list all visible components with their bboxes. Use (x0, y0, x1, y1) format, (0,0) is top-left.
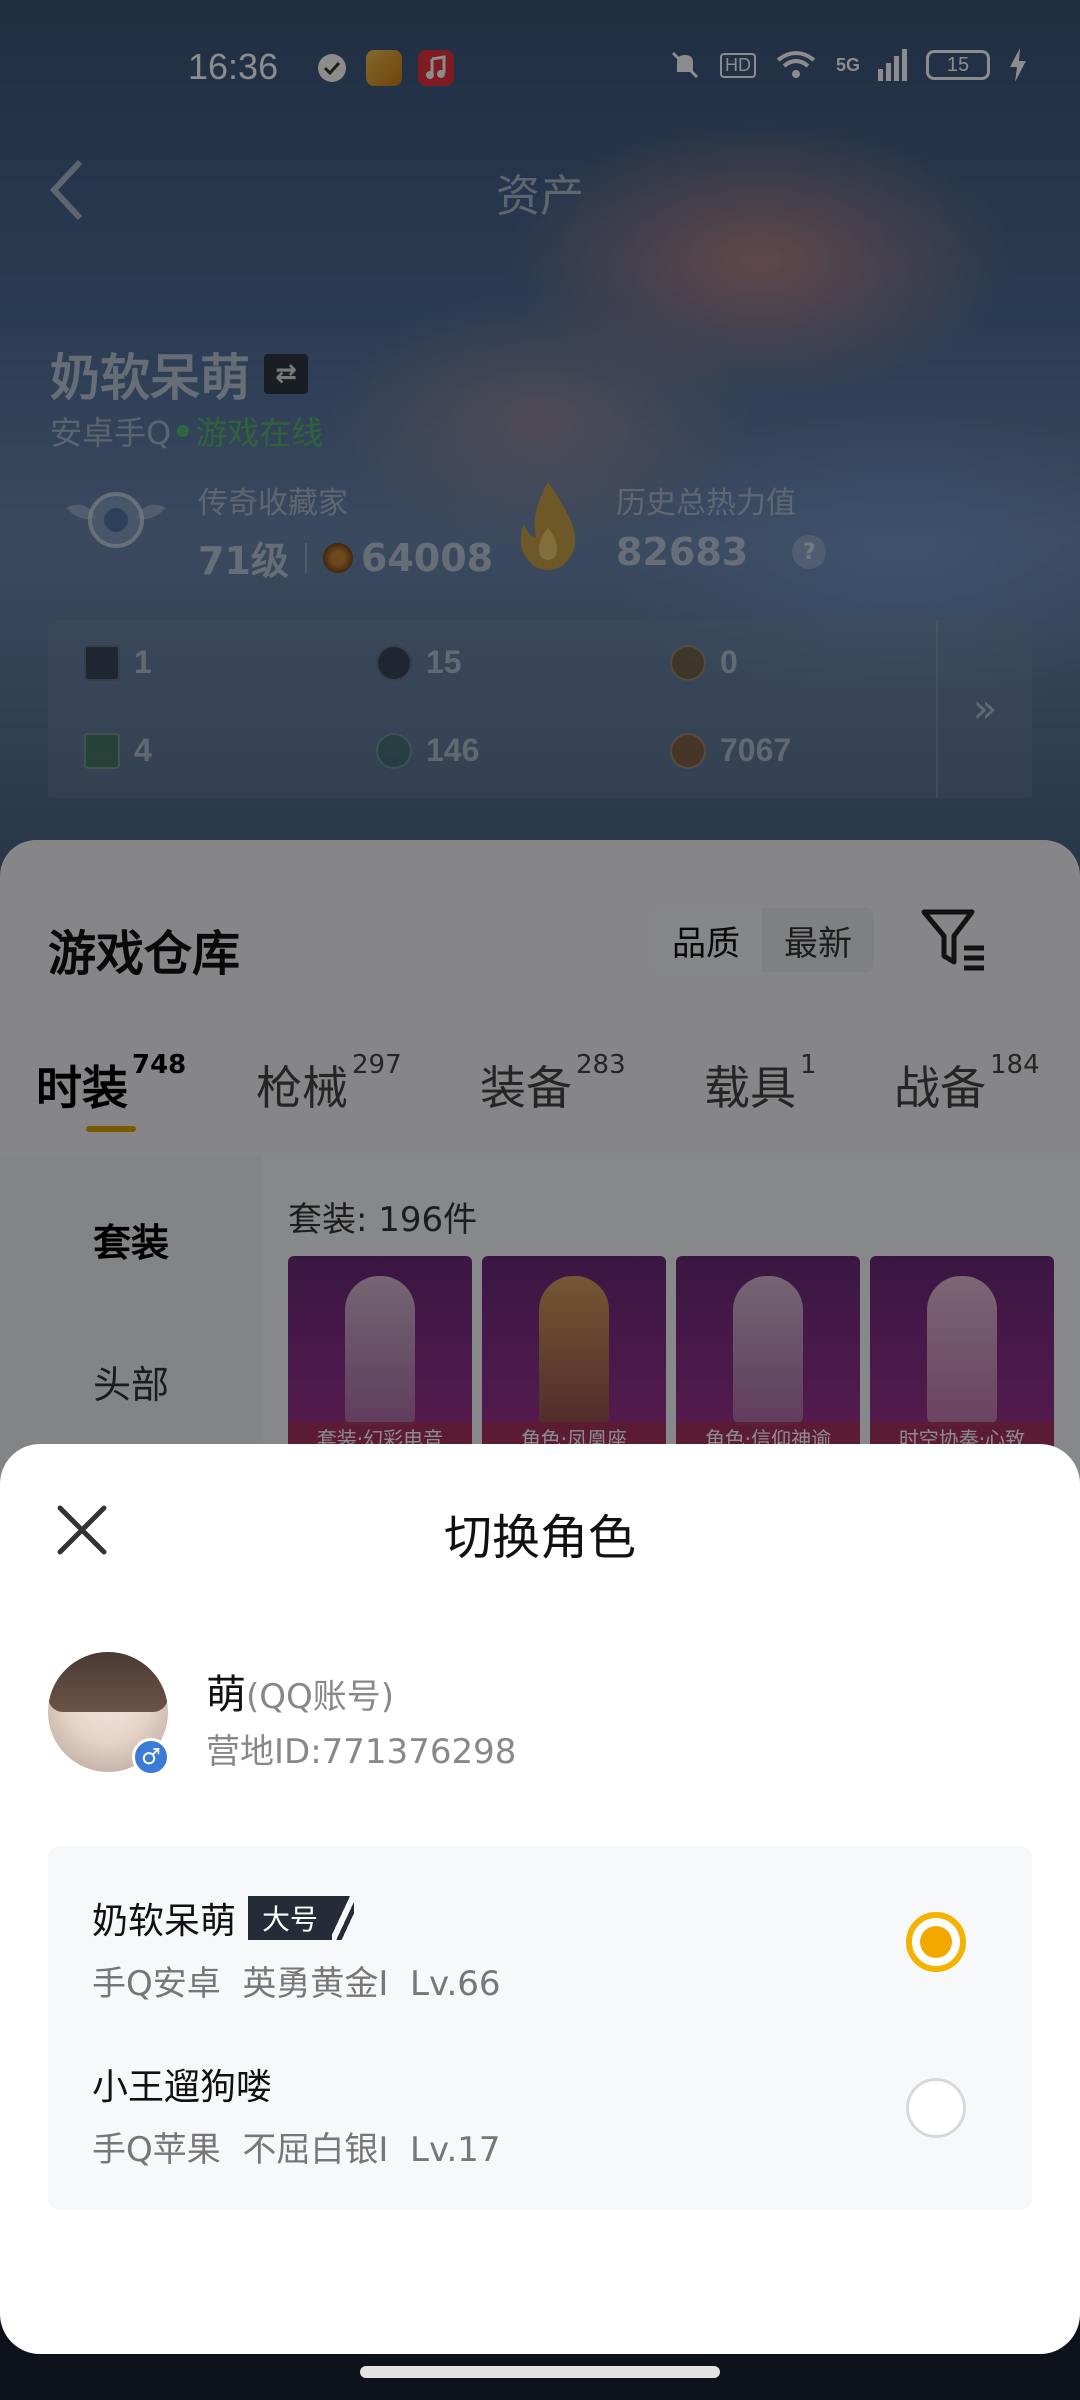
switch-role-sheet: 切换角色 ♂ 萌(QQ账号) 营地ID:771376298 奶软呆萌 大号 手Q… (0, 1444, 1080, 2354)
male-gender-icon: ♂ (132, 1738, 170, 1776)
role-radio-selected[interactable] (906, 1912, 966, 1972)
home-indicator[interactable] (360, 2366, 720, 2378)
role-platform: 手Q苹果 (92, 2130, 221, 2170)
role-name: 小王遛狗喽 (92, 2067, 273, 2108)
role-list: 奶软呆萌 大号 手Q安卓 英勇黄金I Lv.66 小王遛狗喽 手Q苹果 不屈白银… (48, 1846, 1032, 2210)
role-name: 奶软呆萌 (92, 1901, 237, 1942)
role-detail: 手Q苹果 不屈白银I Lv.17 (92, 2122, 992, 2171)
role-platform: 手Q安卓 (92, 1964, 221, 2004)
role-name-row: 小王遛狗喽 (92, 2058, 992, 2110)
role-radio[interactable] (906, 2078, 966, 2138)
account-type: (QQ账号) (246, 1677, 395, 1717)
main-account-badge: 大号 (248, 1896, 355, 1940)
role-level: Lv.17 (410, 2130, 501, 2170)
role-name-row: 奶软呆萌 大号 (92, 1892, 992, 1944)
sheet-title: 切换角色 (443, 1510, 636, 1566)
camp-id: 营地ID:771376298 (206, 1732, 517, 1772)
role-rank: 英勇黄金I (242, 1964, 389, 2004)
role-rank: 不屈白银I (242, 2130, 389, 2170)
role-level: Lv.66 (410, 1964, 501, 2004)
role-detail: 手Q安卓 英勇黄金I Lv.66 (92, 1956, 992, 2005)
account-name: 萌 (206, 1672, 246, 1718)
role-item[interactable]: 奶软呆萌 大号 手Q安卓 英勇黄金I Lv.66 (92, 1892, 992, 2012)
role-item[interactable]: 小王遛狗喽 手Q苹果 不屈白银I Lv.17 (92, 2058, 992, 2178)
avatar-hair (48, 1652, 168, 1712)
account-name-row: 萌(QQ账号) (206, 1662, 394, 1720)
